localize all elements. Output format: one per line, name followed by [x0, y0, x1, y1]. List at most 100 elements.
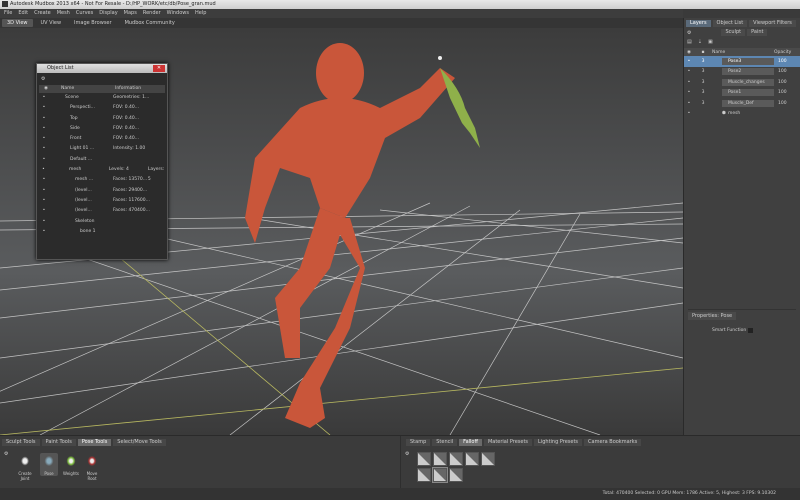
- layer-name[interactable]: Muscle_Def: [722, 99, 774, 107]
- tab-select-move-tools[interactable]: Select/Move Tools: [113, 439, 166, 446]
- falloff-preset-7[interactable]: [432, 467, 448, 483]
- gear-icon[interactable]: ⚙: [41, 76, 45, 82]
- tab-viewport-filters[interactable]: Viewport Filters: [749, 20, 796, 27]
- visibility-dot[interactable]: •: [37, 206, 51, 216]
- close-icon[interactable]: ✕: [153, 65, 165, 72]
- visibility-dot[interactable]: •: [684, 90, 694, 95]
- visibility-dot[interactable]: •: [37, 114, 51, 124]
- col-name[interactable]: Name: [712, 50, 774, 55]
- sculpt-button[interactable]: Sculpt: [721, 29, 746, 36]
- tab-object-list[interactable]: Object List: [712, 20, 748, 27]
- tab-falloff[interactable]: Falloff: [459, 439, 482, 446]
- tab-3d-view[interactable]: 3D View: [2, 19, 33, 27]
- object-list-row[interactable]: • bone 1: [37, 227, 167, 237]
- visibility-dot[interactable]: •: [37, 103, 51, 113]
- layer-row[interactable]: • 3 Pose3 100: [684, 56, 800, 67]
- visibility-dot[interactable]: •: [37, 155, 51, 165]
- tool-create-joint[interactable]: Create Joint: [16, 453, 34, 481]
- col-information[interactable]: Information: [115, 85, 157, 93]
- visibility-dot[interactable]: •: [37, 134, 51, 144]
- col-opacity[interactable]: Opacity: [774, 50, 791, 55]
- visibility-dot[interactable]: •: [684, 101, 694, 106]
- visibility-dot[interactable]: •: [37, 217, 51, 227]
- layer-opacity[interactable]: 100: [778, 101, 787, 106]
- visibility-dot[interactable]: •: [37, 175, 51, 185]
- object-list-row[interactable]: • Perspecti... FOV: 0.40...: [37, 103, 167, 113]
- layer-opacity[interactable]: 100: [778, 59, 787, 64]
- gear-icon[interactable]: ⚙: [4, 451, 8, 457]
- layer-row[interactable]: • 3 Pose1 100: [684, 88, 800, 99]
- object-list-window[interactable]: Object List ✕ ⚙ ◉ Name Information • Scene Ge…: [36, 63, 168, 260]
- menu-display[interactable]: Display: [99, 9, 117, 18]
- layer-opacity[interactable]: 100: [778, 69, 787, 74]
- menu-edit[interactable]: Edit: [18, 9, 28, 18]
- tab-lighting-presets[interactable]: Lighting Presets: [534, 439, 583, 446]
- object-list-row[interactable]: • (level... Faces: 29400...: [37, 186, 167, 196]
- gear-icon[interactable]: ⚙: [405, 451, 409, 457]
- tab-material-presets[interactable]: Material Presets: [483, 439, 533, 446]
- layer-opacity[interactable]: 100: [778, 80, 787, 85]
- menu-help[interactable]: Help: [195, 9, 206, 18]
- visibility-dot[interactable]: •: [684, 111, 694, 116]
- tab-sculpt-tools[interactable]: Sculpt Tools: [2, 439, 40, 446]
- visibility-dot[interactable]: •: [37, 165, 50, 175]
- layer-name[interactable]: Pose1: [722, 89, 774, 97]
- new-layer-icon[interactable]: ▤: [687, 39, 692, 45]
- paint-button[interactable]: Paint: [747, 29, 768, 36]
- falloff-preset-5[interactable]: [481, 452, 495, 466]
- falloff-preset-6[interactable]: [417, 468, 431, 482]
- layer-row[interactable]: • 3 Muscle_Def 100: [684, 98, 800, 109]
- layer-name[interactable]: Pose2: [722, 68, 774, 76]
- menu-maps[interactable]: Maps: [124, 9, 137, 18]
- object-list-row[interactable]: • Default ...: [37, 155, 167, 165]
- visibility-dot[interactable]: •: [684, 80, 694, 85]
- object-list-row[interactable]: • Side FOV: 0.40...: [37, 124, 167, 134]
- menu-curves[interactable]: Curves: [76, 9, 93, 18]
- layer-row[interactable]: • 3 Pose2 100: [684, 67, 800, 78]
- visibility-dot[interactable]: •: [37, 144, 51, 154]
- tab-camera-bookmarks[interactable]: Camera Bookmarks: [584, 439, 642, 446]
- visibility-dot[interactable]: •: [684, 59, 694, 64]
- gear-icon[interactable]: ⚙: [687, 30, 691, 36]
- menu-windows[interactable]: Windows: [167, 9, 189, 18]
- tab-stamp[interactable]: Stamp: [406, 439, 431, 446]
- visibility-dot[interactable]: •: [37, 124, 51, 134]
- layer-name[interactable]: Pose3: [722, 57, 774, 65]
- layer-opacity[interactable]: 100: [778, 90, 787, 95]
- col-name[interactable]: Name: [53, 85, 115, 93]
- falloff-preset-3[interactable]: [449, 452, 463, 466]
- object-list-row[interactable]: • (level... Faces: 117600...: [37, 196, 167, 206]
- object-list-row[interactable]: • mesh Levels: 4 Layers: 5: [37, 165, 167, 182]
- visibility-dot[interactable]: •: [37, 196, 51, 206]
- object-list-titlebar[interactable]: Object List ✕: [37, 64, 167, 73]
- object-list-row[interactable]: • Top FOV: 0.40...: [37, 114, 167, 124]
- tab-pose-tools[interactable]: Pose Tools: [77, 439, 112, 446]
- tab-image-browser[interactable]: Image Browser: [69, 19, 117, 27]
- tab-mudbox-community[interactable]: Mudbox Community: [120, 19, 180, 27]
- visibility-dot[interactable]: •: [684, 69, 694, 74]
- falloff-preset-8[interactable]: [449, 468, 463, 482]
- object-list-row[interactable]: • Scene Geometries: 1...: [37, 93, 167, 103]
- tab-stencil[interactable]: Stencil: [432, 439, 458, 446]
- visibility-dot[interactable]: •: [37, 186, 51, 196]
- menu-file[interactable]: File: [4, 9, 12, 18]
- tab-paint-tools[interactable]: Paint Tools: [41, 439, 76, 446]
- tool-weights[interactable]: Weights: [62, 453, 80, 476]
- object-list-row[interactable]: • (level... Faces: 470400...: [37, 206, 167, 216]
- falloff-preset-1[interactable]: [417, 452, 431, 466]
- falloff-preset-4[interactable]: [465, 452, 479, 466]
- falloff-preset-2[interactable]: [433, 452, 447, 466]
- tab-layers[interactable]: Layers: [686, 20, 711, 27]
- layer-name[interactable]: Muscle_changes: [722, 78, 774, 86]
- tab-uv-view[interactable]: UV View: [36, 19, 67, 27]
- object-list-row[interactable]: • Skeleton: [37, 217, 167, 227]
- tool-move-root[interactable]: Move Root: [83, 453, 101, 481]
- menu-render[interactable]: Render: [143, 9, 161, 18]
- visibility-dot[interactable]: •: [37, 93, 51, 103]
- properties-button[interactable]: Properties: Pose: [688, 312, 737, 320]
- tool-pose[interactable]: Pose: [40, 453, 58, 476]
- smart-function-checkbox[interactable]: [748, 328, 754, 333]
- menu-mesh[interactable]: Mesh: [57, 9, 70, 18]
- object-list-row[interactable]: • Front FOV: 0.40...: [37, 134, 167, 144]
- menu-create[interactable]: Create: [34, 9, 51, 18]
